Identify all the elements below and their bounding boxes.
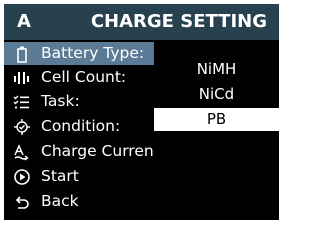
option-nimh[interactable]: NiMH xyxy=(154,58,279,81)
play-icon xyxy=(13,168,31,186)
condition-icon xyxy=(13,118,31,136)
cell-count-icon xyxy=(13,69,31,87)
menu-label-start: Start xyxy=(41,167,79,185)
charge-current-icon xyxy=(13,143,31,161)
menu-label-charge-current: Charge Current xyxy=(41,142,160,160)
menu-item-charge-current[interactable]: Charge Current xyxy=(4,140,164,163)
task-list-icon xyxy=(13,93,31,111)
menu-label-task: Task: xyxy=(41,92,80,110)
channel-label: A xyxy=(17,11,31,32)
menu-label-back: Back xyxy=(41,192,79,210)
menu-item-battery-type[interactable]: Battery Type: xyxy=(4,42,154,65)
menu-item-cell-count[interactable]: Cell Count: xyxy=(4,66,164,89)
menu-label-battery-type: Battery Type: xyxy=(41,44,145,62)
menu-item-task[interactable]: Task: xyxy=(4,90,164,113)
battery-type-dropdown: NiMH NiCd PB xyxy=(154,40,279,191)
option-nicd[interactable]: NiCd xyxy=(154,83,279,106)
menu-item-back[interactable]: Back xyxy=(4,190,164,213)
charger-screen: A CHARGE SETTING Battery Type: Cell Coun… xyxy=(4,4,279,220)
header-bar: A CHARGE SETTING xyxy=(4,4,279,40)
back-arrow-icon xyxy=(13,193,31,211)
battery-icon xyxy=(13,45,31,63)
menu-item-start[interactable]: Start xyxy=(4,165,164,188)
menu-item-condition[interactable]: Condition: xyxy=(4,115,164,138)
option-pb[interactable]: PB xyxy=(154,108,279,131)
menu-label-cell-count: Cell Count: xyxy=(41,68,127,86)
page-title: CHARGE SETTING xyxy=(90,11,267,32)
menu-label-condition: Condition: xyxy=(41,117,121,135)
